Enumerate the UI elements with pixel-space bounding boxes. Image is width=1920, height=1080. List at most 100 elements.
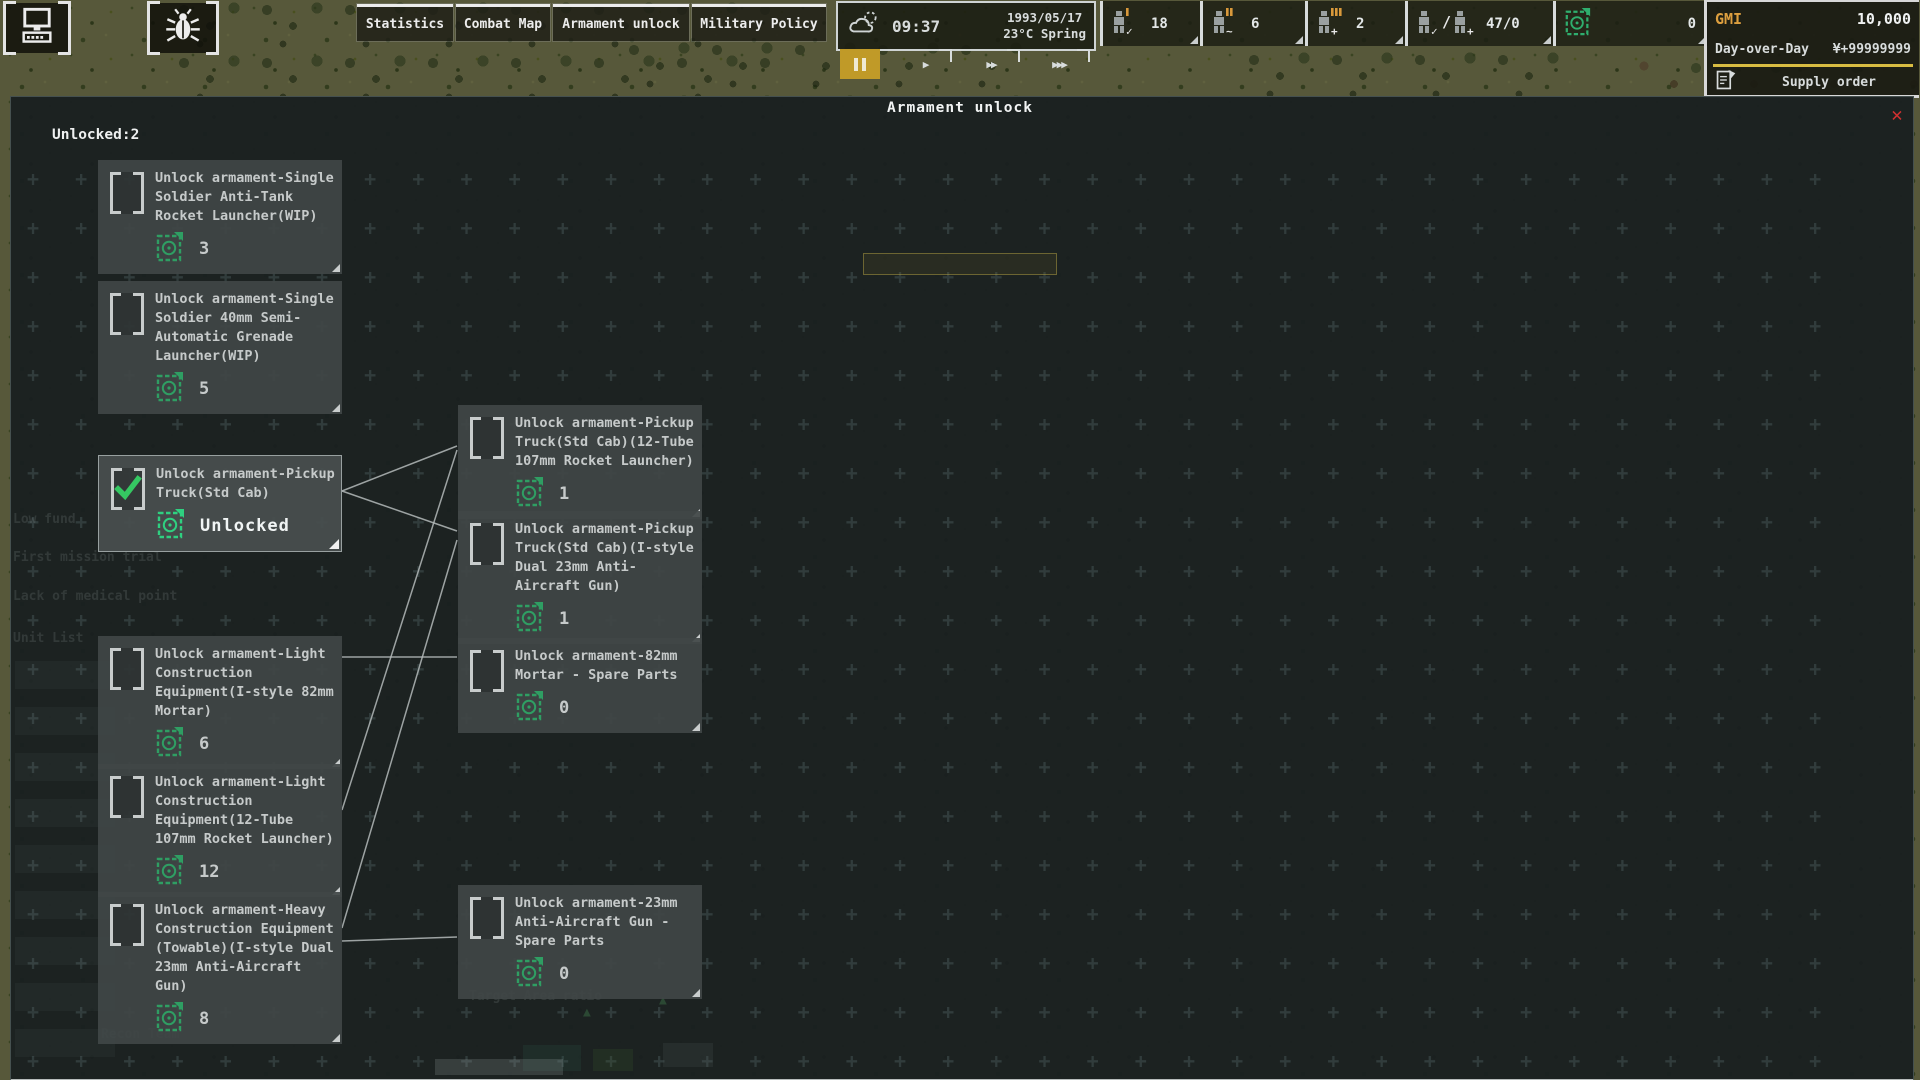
soldier-rank3-icon: + <box>1308 7 1356 41</box>
tech-node-countrow: 1 <box>515 600 694 638</box>
supply-order-icon <box>1715 69 1737 95</box>
tech-node-heavy-equip-dual-23mm-aa[interactable]: Unlock armament-Heavy Construction Equip… <box>98 892 342 1044</box>
tech-node-label: Unlock armament-Pickup Truck(Std Cab) <box>156 465 333 503</box>
tech-node-countrow: 5 <box>155 370 334 408</box>
tech-node-count: Unlocked <box>200 516 290 536</box>
unlock-checkbox[interactable] <box>470 523 504 565</box>
computer-menu-button[interactable] <box>6 3 68 53</box>
resize-corner <box>1295 36 1303 44</box>
pause-icon <box>862 58 866 71</box>
tech-node-label: Unlock armament-Heavy Construction Equip… <box>155 901 334 996</box>
tech-node-countrow: 6 <box>155 725 334 763</box>
unlock-checkbox[interactable] <box>110 776 144 818</box>
gmi-row: GMI 10,000 <box>1707 2 1919 36</box>
bracket-right <box>206 1 219 55</box>
tech-node-label: Unlock armament-Light Construction Equip… <box>155 773 334 849</box>
tech-node-82mm-mortar-spare-parts[interactable]: Unlock armament-82mm Mortar - Spare Part… <box>458 638 702 733</box>
fast-forward-button[interactable]: ▶▶ <box>966 49 1016 79</box>
blueprint-icon <box>515 601 545 637</box>
pause-button[interactable] <box>840 49 880 79</box>
tech-node-light-equip-82mm-mortar[interactable]: Unlock armament-Light Construction Equip… <box>98 636 342 769</box>
stat-value: 0 <box>1688 16 1696 32</box>
supply-doc-icon <box>1556 7 1598 41</box>
supply-order-label: Supply order <box>1782 75 1876 90</box>
temp-season-value: 23°C Spring <box>1003 26 1086 41</box>
blueprint-icon <box>155 854 185 890</box>
tech-node-single-soldier-anti-tank-rocket-launcher[interactable]: Unlock armament-Single Soldier Anti-Tank… <box>98 160 342 274</box>
unlock-checkbox[interactable] <box>470 897 504 939</box>
resize-corner <box>692 989 700 997</box>
stat-panel-soldiers-ratio[interactable]: ✓/+47/0 <box>1405 1 1553 46</box>
day-over-day-label: Day-over-Day <box>1715 42 1809 57</box>
blueprint-icon <box>515 690 545 726</box>
bleedthrough-shape <box>593 1049 633 1071</box>
unlock-checkbox[interactable] <box>110 293 144 335</box>
computer-icon <box>17 7 57 49</box>
tech-node-pickup-truck-std-cab[interactable]: Unlock armament-Pickup Truck(Std Cab) Unl… <box>98 455 342 552</box>
unlock-checkbox[interactable] <box>470 417 504 459</box>
blueprint-icon <box>155 1001 185 1037</box>
tech-node-label: Unlock armament-Single Soldier 40mm Semi… <box>155 290 334 366</box>
fastest-forward-button[interactable]: ▶▶▶ <box>1032 49 1086 79</box>
close-icon[interactable]: ✕ <box>1884 103 1910 127</box>
tech-node-label: Unlock armament-Pickup Truck(Std Cab)(I-… <box>515 520 694 596</box>
weather-icon <box>846 9 882 43</box>
bug-icon <box>164 7 202 49</box>
menu-button-armament-unlock[interactable]: Armament unlock <box>553 4 689 41</box>
gmi-value: 10,000 <box>1857 10 1911 28</box>
pause-icon <box>854 58 858 71</box>
resize-corner <box>329 539 339 549</box>
tech-node-count: 0 <box>559 964 569 984</box>
play-button[interactable]: ▶ <box>902 49 948 79</box>
tech-node-count: 0 <box>559 698 569 718</box>
menu-button-statistics[interactable]: Statistics <box>357 4 453 41</box>
unlock-checkbox[interactable] <box>470 650 504 692</box>
menu-button-military-policy[interactable]: Military Policy <box>692 4 826 41</box>
svg-text:/: / <box>1442 13 1451 31</box>
svg-text:✓: ✓ <box>1126 25 1133 37</box>
tech-node-pickup-truck-12tube-107mm-rocket[interactable]: Unlock armament-Pickup Truck(Std Cab)(12… <box>458 405 702 519</box>
play-icon: ▶ <box>923 58 928 71</box>
unlock-checkbox[interactable] <box>111 468 145 510</box>
stat-panel-soldier-rank3[interactable]: +2 <box>1305 1 1405 46</box>
tech-node-count: 1 <box>559 609 569 629</box>
check-icon <box>114 475 142 501</box>
resize-corner <box>1543 36 1551 44</box>
tech-node-countrow: 3 <box>155 230 334 268</box>
menu-button-combat-map[interactable]: Combat Map <box>456 4 550 41</box>
tech-node-countrow: 8 <box>155 1000 334 1038</box>
bleedthrough-shape <box>663 1043 713 1067</box>
tech-node-count: 8 <box>199 1009 209 1029</box>
clock-date: 1993/05/17 23°C Spring <box>1003 10 1086 42</box>
bracket-left <box>147 1 160 55</box>
resize-corner <box>332 404 340 412</box>
unlock-checkbox[interactable] <box>110 904 144 946</box>
tech-node-single-soldier-40mm-grenade-launcher[interactable]: Unlock armament-Single Soldier 40mm Semi… <box>98 281 342 414</box>
svg-text:+: + <box>1467 25 1474 37</box>
tech-node-23mm-aa-spare-parts[interactable]: Unlock armament-23mm Anti-Aircraft Gun -… <box>458 885 702 999</box>
bleedthrough-text: First mission trial <box>13 550 162 565</box>
supply-order-button[interactable]: Supply order <box>1707 69 1919 95</box>
day-over-day-value: ¥+99999999 <box>1833 42 1911 57</box>
blueprint-icon <box>515 476 545 512</box>
tech-node-count: 12 <box>199 862 219 882</box>
svg-text:~: ~ <box>1226 25 1233 37</box>
bracket-right <box>58 1 71 55</box>
resize-corner <box>1190 36 1198 44</box>
bleedthrough-marker: ▲ <box>583 1005 591 1020</box>
tech-node-pickup-truck-dual-23mm-aa[interactable]: Unlock armament-Pickup Truck(Std Cab)(I-… <box>458 511 702 644</box>
unlock-checkbox[interactable] <box>110 648 144 690</box>
unlock-checkbox[interactable] <box>110 172 144 214</box>
blueprint-icon <box>155 371 185 407</box>
bug-report-button[interactable] <box>150 3 216 53</box>
tech-node-label: Unlock armament-Single Soldier Anti-Tank… <box>155 169 334 226</box>
tech-node-countrow: 12 <box>155 853 334 891</box>
stat-panel-supply-doc[interactable]: 0 <box>1553 1 1708 46</box>
resize-corner <box>332 264 340 272</box>
tech-node-countrow: 0 <box>515 955 694 993</box>
stat-panel-soldier-rank2[interactable]: ~6 <box>1200 1 1305 46</box>
soldier-rank1-icon: ✓ <box>1103 7 1151 41</box>
stat-value: 2 <box>1356 16 1364 32</box>
tech-node-light-equip-12tube-107mm-rocket[interactable]: Unlock armament-Light Construction Equip… <box>98 764 342 897</box>
stat-panel-soldier-rank1[interactable]: ✓18 <box>1100 1 1200 46</box>
